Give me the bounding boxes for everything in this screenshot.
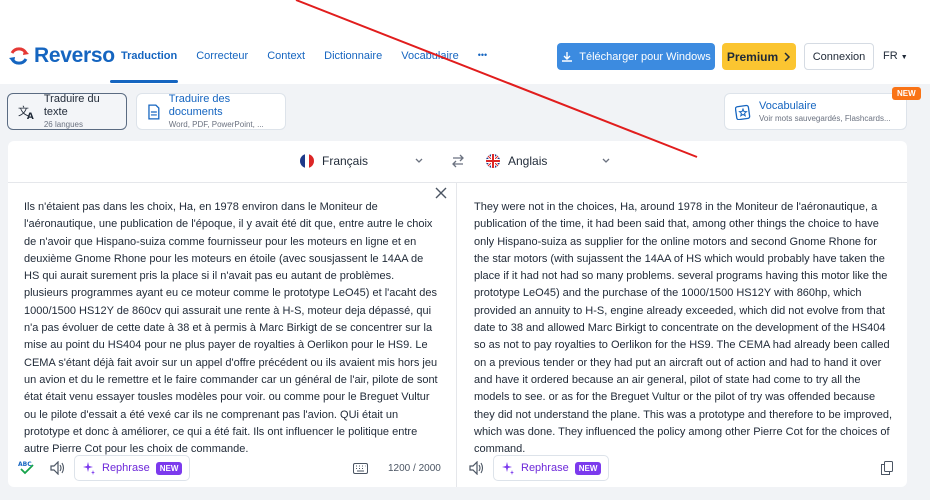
ui-language-select[interactable]: FR ▼ [883,50,908,62]
source-language-select[interactable]: Français [300,154,368,168]
source-chevron-down-icon[interactable] [415,157,423,165]
target-rephrase-button[interactable]: Rephrase NEW [493,455,610,481]
target-language-label: Anglais [508,154,548,168]
target-language-select[interactable]: Anglais [486,154,547,168]
download-windows-button[interactable]: Télécharger pour Windows [557,43,715,70]
rephrase-label: Rephrase [102,462,150,474]
premium-label: Premium [726,49,779,64]
nav-correcteur[interactable]: Correcteur [196,50,248,62]
target-speaker-icon[interactable] [469,461,484,475]
document-icon [148,103,160,120]
nav-context[interactable]: Context [267,50,305,62]
mode-docs-title: Traduire des documents [168,93,231,118]
login-button[interactable]: Connexion [804,43,874,70]
sparkle-icon [83,462,95,475]
mode-text-title: Traduire du texte [43,93,100,118]
translator-panel: Français Anglais Ils n'étaient pas dans … [8,141,907,487]
vocab-new-badge: NEW [892,87,921,100]
sparkle-icon [502,462,514,475]
rephrase-label: Rephrase [521,462,569,474]
ui-language-label: FR [883,50,898,62]
login-label: Connexion [812,50,866,63]
reverso-logo[interactable]: Reverso [8,44,115,68]
swap-languages-icon[interactable] [451,154,465,168]
source-speaker-icon[interactable] [50,461,65,475]
rephrase-new-badge: NEW [155,461,183,475]
active-tab-indicator [110,80,178,83]
top-bar: Reverso Traduction Correcteur Context Di… [0,0,930,84]
language-bar: Français Anglais [8,141,907,183]
clear-text-icon[interactable] [435,187,447,199]
mode-vocabulary[interactable]: Vocabulaire Voir mots sauvegardés, Flash… [724,93,907,130]
nav-traduction[interactable]: Traduction [121,50,177,62]
source-rephrase-button[interactable]: Rephrase NEW [74,455,191,481]
character-counter: 1200 / 2000 [388,463,441,474]
keyboard-icon[interactable] [353,463,368,474]
mode-vocab-subtitle: Voir mots sauvegardés, Flashcards... [759,113,891,123]
translate-icon: 文 A [18,104,34,120]
mode-text-subtitle: 26 langues [43,120,84,129]
spellcheck-icon[interactable]: ABC [18,459,36,475]
panel-divider [456,183,457,487]
france-flag-icon [300,154,314,168]
target-text-output: They were not in the choices, Ha, around… [474,201,893,456]
copy-icon[interactable] [881,461,893,475]
nav-more[interactable]: ••• [478,50,487,62]
mode-translate-text[interactable]: 文 A Traduire du texte 26 langues [7,93,127,130]
mode-translate-docs[interactable]: Traduire des documents Word, PDF, PowerP… [136,93,286,130]
svg-text:A: A [27,111,34,119]
premium-button[interactable]: Premium [722,43,796,70]
source-text-input[interactable]: Ils n'étaient pas dans les choix, Ha, en… [24,199,439,458]
uk-flag-icon [486,154,500,168]
source-language-label: Français [322,154,369,168]
download-label: Télécharger pour Windows [579,50,711,63]
nav-vocabulaire[interactable]: Vocabulaire [401,50,459,62]
vocabulary-star-icon [735,104,751,120]
mode-docs-subtitle: Word, PDF, PowerPoint, ... [168,120,264,129]
caret-down-icon: ▼ [900,54,908,61]
rephrase-new-badge: NEW [574,461,602,475]
target-chevron-down-icon[interactable] [602,157,610,165]
chevron-right-icon [784,51,791,62]
brand-name: Reverso [34,44,115,67]
nav-dictionnaire[interactable]: Dictionnaire [324,50,382,62]
mode-vocab-title: Vocabulaire [759,99,817,112]
reverso-logo-icon [8,45,30,67]
download-icon [562,51,573,62]
main-nav: Traduction Correcteur Context Dictionnai… [121,50,506,62]
